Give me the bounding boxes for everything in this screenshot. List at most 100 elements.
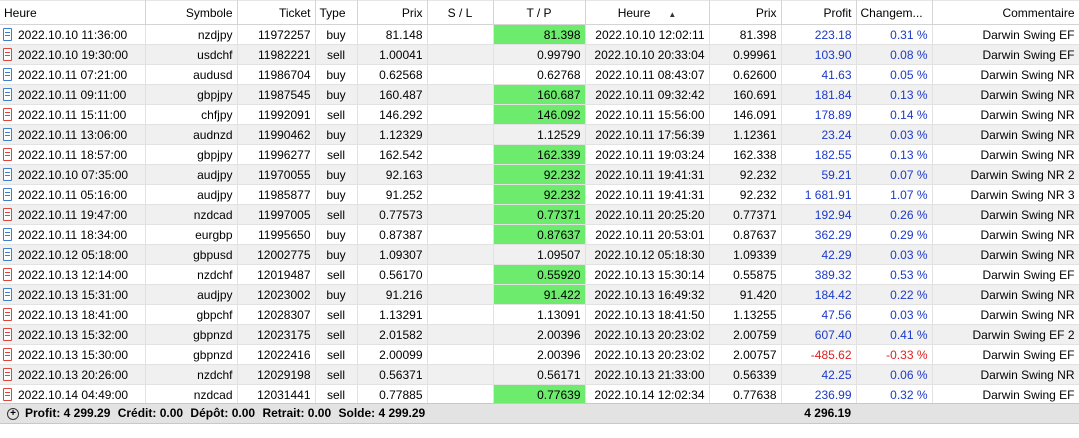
open-time-text: 2022.10.11 18:57:00 (18, 147, 128, 162)
table-row[interactable]: 2022.10.10 07:35:00 audjpy 11970055 buy 92.1… (0, 164, 1079, 185)
cell-open-time: 2022.10.11 05:16:00 (0, 184, 146, 205)
col-label: Heure (4, 5, 37, 20)
open-time-text: 2022.10.13 15:31:00 (18, 287, 129, 302)
cell-type: sell (315, 44, 358, 65)
cell-close-price: 160.691 (709, 84, 782, 105)
table-row[interactable]: 2022.10.13 15:32:00 gbpnzd 12023175 sell 2.0… (0, 324, 1079, 345)
cell-close-price: 162.338 (709, 144, 782, 165)
cell-open-price: 1.09307 (357, 244, 428, 265)
cell-symbol: gbpusd (145, 244, 238, 265)
col-heure-close[interactable]: Heure ▲ (585, 0, 710, 25)
table-row[interactable]: 2022.10.11 07:21:00 audusd 11986704 buy 0.62… (0, 64, 1079, 85)
cell-take-profit: 0.56171 (493, 364, 586, 385)
cell-open-price: 0.56371 (357, 364, 428, 385)
buy-order-icon (3, 287, 12, 301)
cell-open-price: 0.56170 (357, 264, 428, 285)
col-prix-close[interactable]: Prix (709, 0, 782, 25)
table-row[interactable]: 2022.10.11 09:11:00 gbpjpy 11987545 buy 160.… (0, 84, 1079, 105)
col-comment[interactable]: Commentaire (932, 0, 1079, 25)
col-ticket[interactable]: Ticket (237, 0, 316, 25)
cell-symbol: gbpchf (145, 304, 238, 325)
cell-close-price: 0.77371 (709, 204, 782, 225)
table-row[interactable]: 2022.10.13 12:14:00 nzdchf 12019487 sell 0.5… (0, 264, 1079, 285)
cell-take-profit: 0.77371 (493, 204, 586, 225)
table-row[interactable]: 2022.10.12 05:18:00 gbpusd 12002775 buy 1.09… (0, 244, 1079, 265)
table-row[interactable]: 2022.10.10 19:30:00 usdchf 11982221 sell 1.0… (0, 44, 1079, 65)
cell-ticket: 11985877 (237, 184, 316, 205)
cell-symbol: nzdchf (145, 364, 238, 385)
cell-comment: Darwin Swing NR (932, 304, 1079, 325)
summary-profit: Profit: 4 299.29 (25, 406, 111, 420)
cell-stop-loss (427, 244, 494, 265)
cell-comment: Darwin Swing EF (932, 264, 1079, 285)
cell-profit: 1 681.91 (781, 184, 857, 205)
cell-type: sell (315, 144, 358, 165)
expand-plus-icon[interactable]: + (7, 408, 19, 420)
cell-type: buy (315, 164, 358, 185)
buy-order-icon (3, 87, 12, 101)
table-row[interactable]: 2022.10.13 18:41:00 gbpchf 12028307 sell 1.1… (0, 304, 1079, 325)
cell-symbol: audjpy (145, 184, 238, 205)
sort-ascending-icon: ▲ (668, 9, 677, 19)
table-row[interactable]: 2022.10.10 11:36:00 nzdjpy 11972257 buy 81.1… (0, 24, 1079, 45)
cell-take-profit: 2.00396 (493, 344, 586, 365)
cell-open-time: 2022.10.11 09:11:00 (0, 84, 146, 105)
cell-open-time: 2022.10.13 15:30:00 (0, 344, 146, 365)
table-row[interactable]: 2022.10.11 18:57:00 gbpjpy 11996277 sell 162… (0, 144, 1079, 165)
cell-type: sell (315, 344, 358, 365)
open-time-text: 2022.10.13 15:30:00 (18, 347, 129, 362)
table-row[interactable]: 2022.10.11 15:11:00 chfjpy 11992091 sell 146… (0, 104, 1079, 125)
col-tp[interactable]: T / P (493, 0, 586, 25)
cell-type: buy (315, 284, 358, 305)
cell-profit: 223.18 (781, 24, 857, 45)
cell-close-time: 2022.10.10 12:02:11 (585, 24, 710, 45)
col-type[interactable]: Type (315, 0, 358, 25)
table-row[interactable]: 2022.10.13 15:31:00 audjpy 12023002 buy 91.2… (0, 284, 1079, 305)
cell-take-profit: 146.092 (493, 104, 586, 125)
cell-ticket: 12022416 (237, 344, 316, 365)
col-heure-open[interactable]: Heure (0, 0, 146, 25)
buy-order-icon (3, 167, 12, 181)
cell-close-price: 2.00759 (709, 324, 782, 345)
cell-change: 0.05 % (856, 64, 933, 85)
summary-withdrawal: Retrait: 0.00 (262, 406, 332, 420)
cell-comment: Darwin Swing EF (932, 384, 1079, 405)
cell-change: 0.32 % (856, 384, 933, 405)
col-change[interactable]: Changem... (856, 0, 933, 25)
table-row[interactable]: 2022.10.14 04:49:00 nzdcad 12031441 sell 0.7… (0, 384, 1079, 405)
cell-ticket: 12028307 (237, 304, 316, 325)
col-symbole[interactable]: Symbole (145, 0, 238, 25)
cell-comment: Darwin Swing NR (932, 64, 1079, 85)
cell-type: buy (315, 84, 358, 105)
cell-close-time: 2022.10.13 20:23:02 (585, 344, 710, 365)
sell-order-icon (3, 367, 12, 381)
open-time-text: 2022.10.11 07:21:00 (18, 67, 128, 82)
cell-open-time: 2022.10.13 18:41:00 (0, 304, 146, 325)
cell-ticket: 12029198 (237, 364, 316, 385)
cell-comment: Darwin Swing NR (932, 104, 1079, 125)
cell-stop-loss (427, 144, 494, 165)
table-row[interactable]: 2022.10.11 19:47:00 nzdcad 11997005 sell 0.7… (0, 204, 1079, 225)
buy-order-icon (3, 127, 12, 141)
table-row[interactable]: 2022.10.11 13:06:00 audnzd 11990462 buy 1.12… (0, 124, 1079, 145)
col-profit[interactable]: Profit (781, 0, 857, 25)
table-row[interactable]: 2022.10.13 20:26:00 nzdchf 12029198 sell 0.5… (0, 364, 1079, 385)
open-time-text: 2022.10.13 18:41:00 (18, 307, 129, 322)
cell-close-price: 92.232 (709, 164, 782, 185)
cell-open-price: 146.292 (357, 104, 428, 125)
table-row[interactable]: 2022.10.11 18:34:00 eurgbp 11995650 buy 0.87… (0, 224, 1079, 245)
cell-comment: Darwin Swing NR (932, 244, 1079, 265)
cell-type: sell (315, 384, 358, 405)
col-prix-open[interactable]: Prix (357, 0, 428, 25)
cell-symbol: nzdchf (145, 264, 238, 285)
table-body: 2022.10.10 11:36:00 nzdjpy 11972257 buy 81.1… (0, 24, 1079, 405)
cell-take-profit: 0.55920 (493, 264, 586, 285)
cell-open-time: 2022.10.13 15:32:00 (0, 324, 146, 345)
col-sl[interactable]: S / L (427, 0, 494, 25)
cell-take-profit: 160.687 (493, 84, 586, 105)
table-row[interactable]: 2022.10.11 05:16:00 audjpy 11985877 buy 91.2… (0, 184, 1079, 205)
cell-type: buy (315, 224, 358, 245)
cell-take-profit: 81.398 (493, 24, 586, 45)
open-time-text: 2022.10.13 20:26:00 (18, 367, 129, 382)
table-row[interactable]: 2022.10.13 15:30:00 gbpnzd 12022416 sell 2.0… (0, 344, 1079, 365)
